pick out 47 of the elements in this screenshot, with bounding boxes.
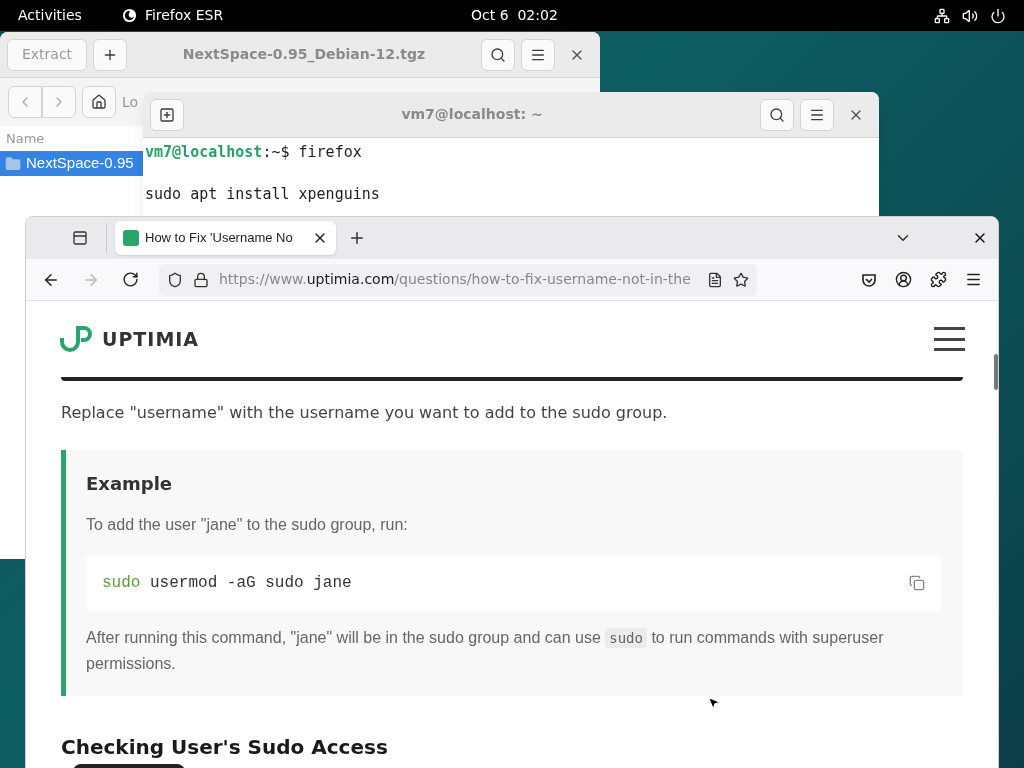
code-text: sudo usermod -aG sudo jane (102, 573, 352, 594)
search-icon (490, 46, 506, 63)
example-text: To add the user "jane" to the sudo group, run: (86, 515, 409, 535)
tab-title: How to Fix 'Username No (145, 229, 294, 248)
search-icon (769, 106, 785, 123)
network-icon (934, 7, 950, 24)
browser-tab[interactable]: How to Fix 'Username No (115, 221, 336, 255)
tab-list-icon[interactable] (72, 230, 88, 246)
menu-icon[interactable] (965, 271, 982, 288)
window-title: vm7@localhost: ~ (400, 105, 544, 124)
menu-button[interactable] (800, 98, 834, 131)
file-item[interactable]: NextSpace-0.95 (0, 151, 143, 176)
firefox-icon (121, 8, 137, 23)
copy-icon[interactable] (909, 575, 925, 591)
section-heading: Checking User's Sudo Access (61, 734, 389, 761)
menu-button[interactable] (934, 327, 965, 351)
volume-icon (962, 7, 978, 24)
add-button[interactable] (93, 38, 127, 71)
home-button[interactable] (82, 86, 116, 118)
new-tab-button[interactable] (150, 98, 184, 131)
power-icon (990, 7, 1006, 24)
new-tab-icon[interactable] (348, 229, 366, 247)
clock[interactable]: Oct 6 02:02 (471, 5, 558, 26)
terminal-line: vm7@localhost:~$ firefox (145, 142, 362, 163)
menu-button[interactable] (521, 38, 555, 71)
window-title: NextSpace-0.95_Debian-12.tgz (181, 45, 427, 65)
example-title: Example (86, 472, 174, 496)
site-logo[interactable]: UPTIMIA (102, 324, 200, 354)
uptimia-logo-icon (59, 324, 93, 354)
paragraph: After running this command, "jane" will be in the sudo group and can use sudo to run commands with superuser permissions. (86, 627, 885, 674)
home-icon (91, 94, 107, 110)
pocket-icon[interactable] (861, 271, 877, 288)
app-menu[interactable]: Firefox ESR (144, 5, 224, 26)
plus-square-icon (159, 106, 175, 123)
location-label: Lo (122, 92, 139, 112)
folder-icon (3, 155, 23, 172)
activities-button[interactable]: Activities (18, 5, 82, 26)
account-icon[interactable] (895, 271, 912, 288)
terminal-line: sudo apt install xpenguins (145, 184, 380, 205)
site-icon (123, 230, 139, 246)
scrollbar-thumb[interactable] (994, 354, 998, 390)
search-button[interactable] (760, 98, 794, 131)
address-bar[interactable]: https://www.uptimia.com/questions/how-to-fix-username-not-in-the (159, 263, 757, 296)
search-button[interactable] (481, 38, 515, 71)
paragraph: Replace "username" with the username you want to add to the sudo group. (61, 402, 669, 424)
reload-icon[interactable] (122, 271, 139, 288)
extensions-icon[interactable] (930, 271, 947, 288)
